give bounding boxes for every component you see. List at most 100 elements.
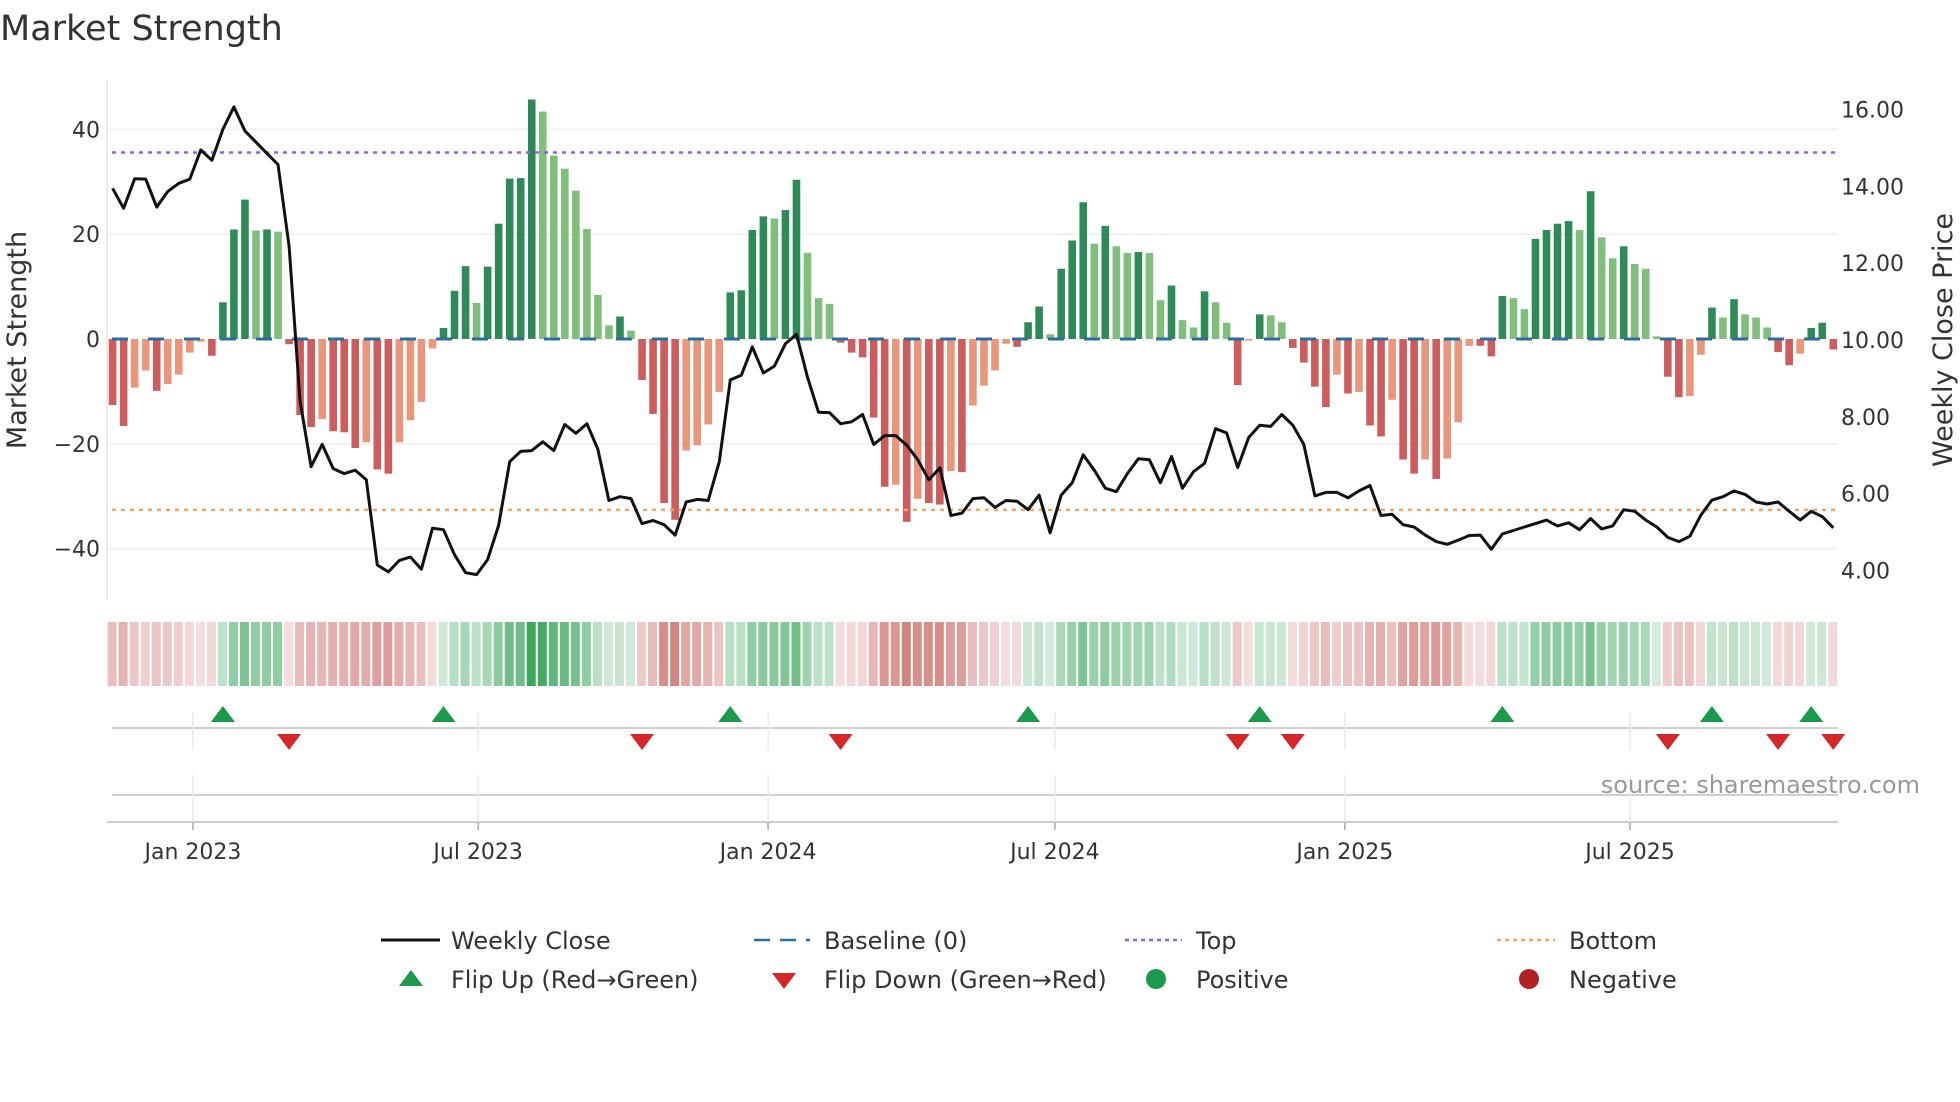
heat-cell <box>1563 622 1573 686</box>
flip-down-marker <box>1821 734 1846 750</box>
right-tick-label: 8.00 <box>1841 406 1890 431</box>
heat-cell <box>1056 622 1066 686</box>
strength-bar <box>947 339 955 472</box>
strength-bar <box>208 339 216 356</box>
heat-cell <box>1784 622 1794 686</box>
heat-cell <box>1067 622 1077 686</box>
flip-up-marker <box>431 706 456 722</box>
strength-bar <box>770 218 779 339</box>
strength-bar <box>1597 237 1606 339</box>
strength-bar <box>616 316 624 339</box>
heat-cell <box>1486 622 1496 686</box>
x-tick-label: Jan 2024 <box>718 840 817 865</box>
strength-bar <box>1807 327 1816 339</box>
market-strength-chart: Market Strength −40 −20 0 20 40 4.00 6.00 8.00… <box>0 9 1959 994</box>
strength-bar <box>1586 191 1595 339</box>
strength-bar <box>1002 339 1010 344</box>
strength-bar <box>219 302 227 339</box>
strength-bar <box>1068 240 1077 339</box>
heat-cell <box>1089 622 1099 686</box>
strength-bar <box>671 339 679 520</box>
heat-cell <box>1706 622 1716 686</box>
heat-cell <box>1442 622 1452 686</box>
strength-bar <box>1741 314 1749 339</box>
heat-cell <box>603 622 613 686</box>
heat-cell <box>1552 622 1562 686</box>
heat-cell <box>1828 622 1838 686</box>
heat-cell <box>769 622 779 686</box>
heat-cell <box>184 622 194 686</box>
strength-bar <box>1487 339 1496 357</box>
heat-cell <box>1431 622 1441 686</box>
heat-cell <box>383 622 393 686</box>
heat-cell <box>692 622 702 686</box>
flip-up-marker <box>1016 706 1041 722</box>
flip-up-marker <box>1490 706 1515 722</box>
flip-down-marker <box>1766 734 1791 750</box>
heat-cell <box>228 622 238 686</box>
heat-cell <box>648 622 658 686</box>
heat-cell <box>262 622 272 686</box>
strength-bar <box>1520 309 1529 339</box>
heat-cell <box>670 622 680 686</box>
strength-bar <box>1123 253 1132 339</box>
left-tick-label: −20 <box>54 433 100 458</box>
strength-bar <box>858 339 867 358</box>
heat-cell <box>1034 622 1044 686</box>
strength-bar <box>1454 339 1463 423</box>
strength-bar <box>141 339 150 371</box>
strength-bar <box>649 339 657 414</box>
strength-bar <box>1090 243 1099 339</box>
chart-title: Market Strength <box>0 9 283 49</box>
strength-bar <box>461 266 470 339</box>
heat-cell <box>1453 622 1463 686</box>
heat-cell <box>626 622 636 686</box>
strength-bar <box>439 327 448 339</box>
strength-bar <box>1366 339 1374 426</box>
x-tick-label: Jul 2023 <box>431 840 523 865</box>
strength-bar <box>417 339 426 402</box>
heat-cell <box>945 622 955 686</box>
heat-cell <box>923 622 933 686</box>
heat-cell <box>118 622 128 686</box>
legend-weekly-close: Weekly Close <box>451 927 611 955</box>
strength-bar <box>1200 291 1209 339</box>
strength-bar <box>373 339 382 470</box>
heat-cell <box>637 622 647 686</box>
heat-cell <box>1155 622 1165 686</box>
heat-cell <box>703 622 713 686</box>
strength-bar <box>1763 327 1771 339</box>
strength-bar <box>1377 339 1385 437</box>
right-tick-label: 16.00 <box>1841 99 1904 124</box>
heat-cell <box>1729 622 1739 686</box>
strength-bar <box>230 229 238 339</box>
heat-cell <box>250 622 260 686</box>
heat-cell <box>328 622 338 686</box>
strength-bar <box>285 339 293 345</box>
strength-bar <box>1289 339 1297 348</box>
strength-bar <box>1035 306 1043 339</box>
strength-bar <box>1167 285 1176 339</box>
strength-bar <box>1619 246 1628 339</box>
heat-cell <box>438 622 448 686</box>
left-tick-label: −40 <box>54 538 100 563</box>
heat-cell <box>1133 622 1143 686</box>
strength-bar <box>1145 253 1154 339</box>
heat-cell <box>780 622 790 686</box>
strength-bar <box>527 99 536 339</box>
heat-cell <box>1629 622 1639 686</box>
heat-cell <box>1530 622 1540 686</box>
flip-down-icon <box>772 973 796 989</box>
heat-cell <box>1309 622 1319 686</box>
strength-bar <box>1531 238 1540 339</box>
heat-cell <box>1265 622 1275 686</box>
left-axis-ticks: −40 −20 0 20 40 <box>54 118 100 562</box>
strength-bar <box>1421 339 1429 460</box>
flip-down-marker <box>1225 734 1250 750</box>
strength-bar <box>384 339 393 474</box>
right-axis-label: Weekly Close Price <box>1928 213 1959 467</box>
strength-bar <box>682 339 690 451</box>
right-axis-ticks: 4.00 6.00 8.00 10.00 12.00 14.00 16.00 <box>1841 99 1904 585</box>
heat-cell <box>1475 622 1485 686</box>
strength-bar <box>406 339 415 421</box>
